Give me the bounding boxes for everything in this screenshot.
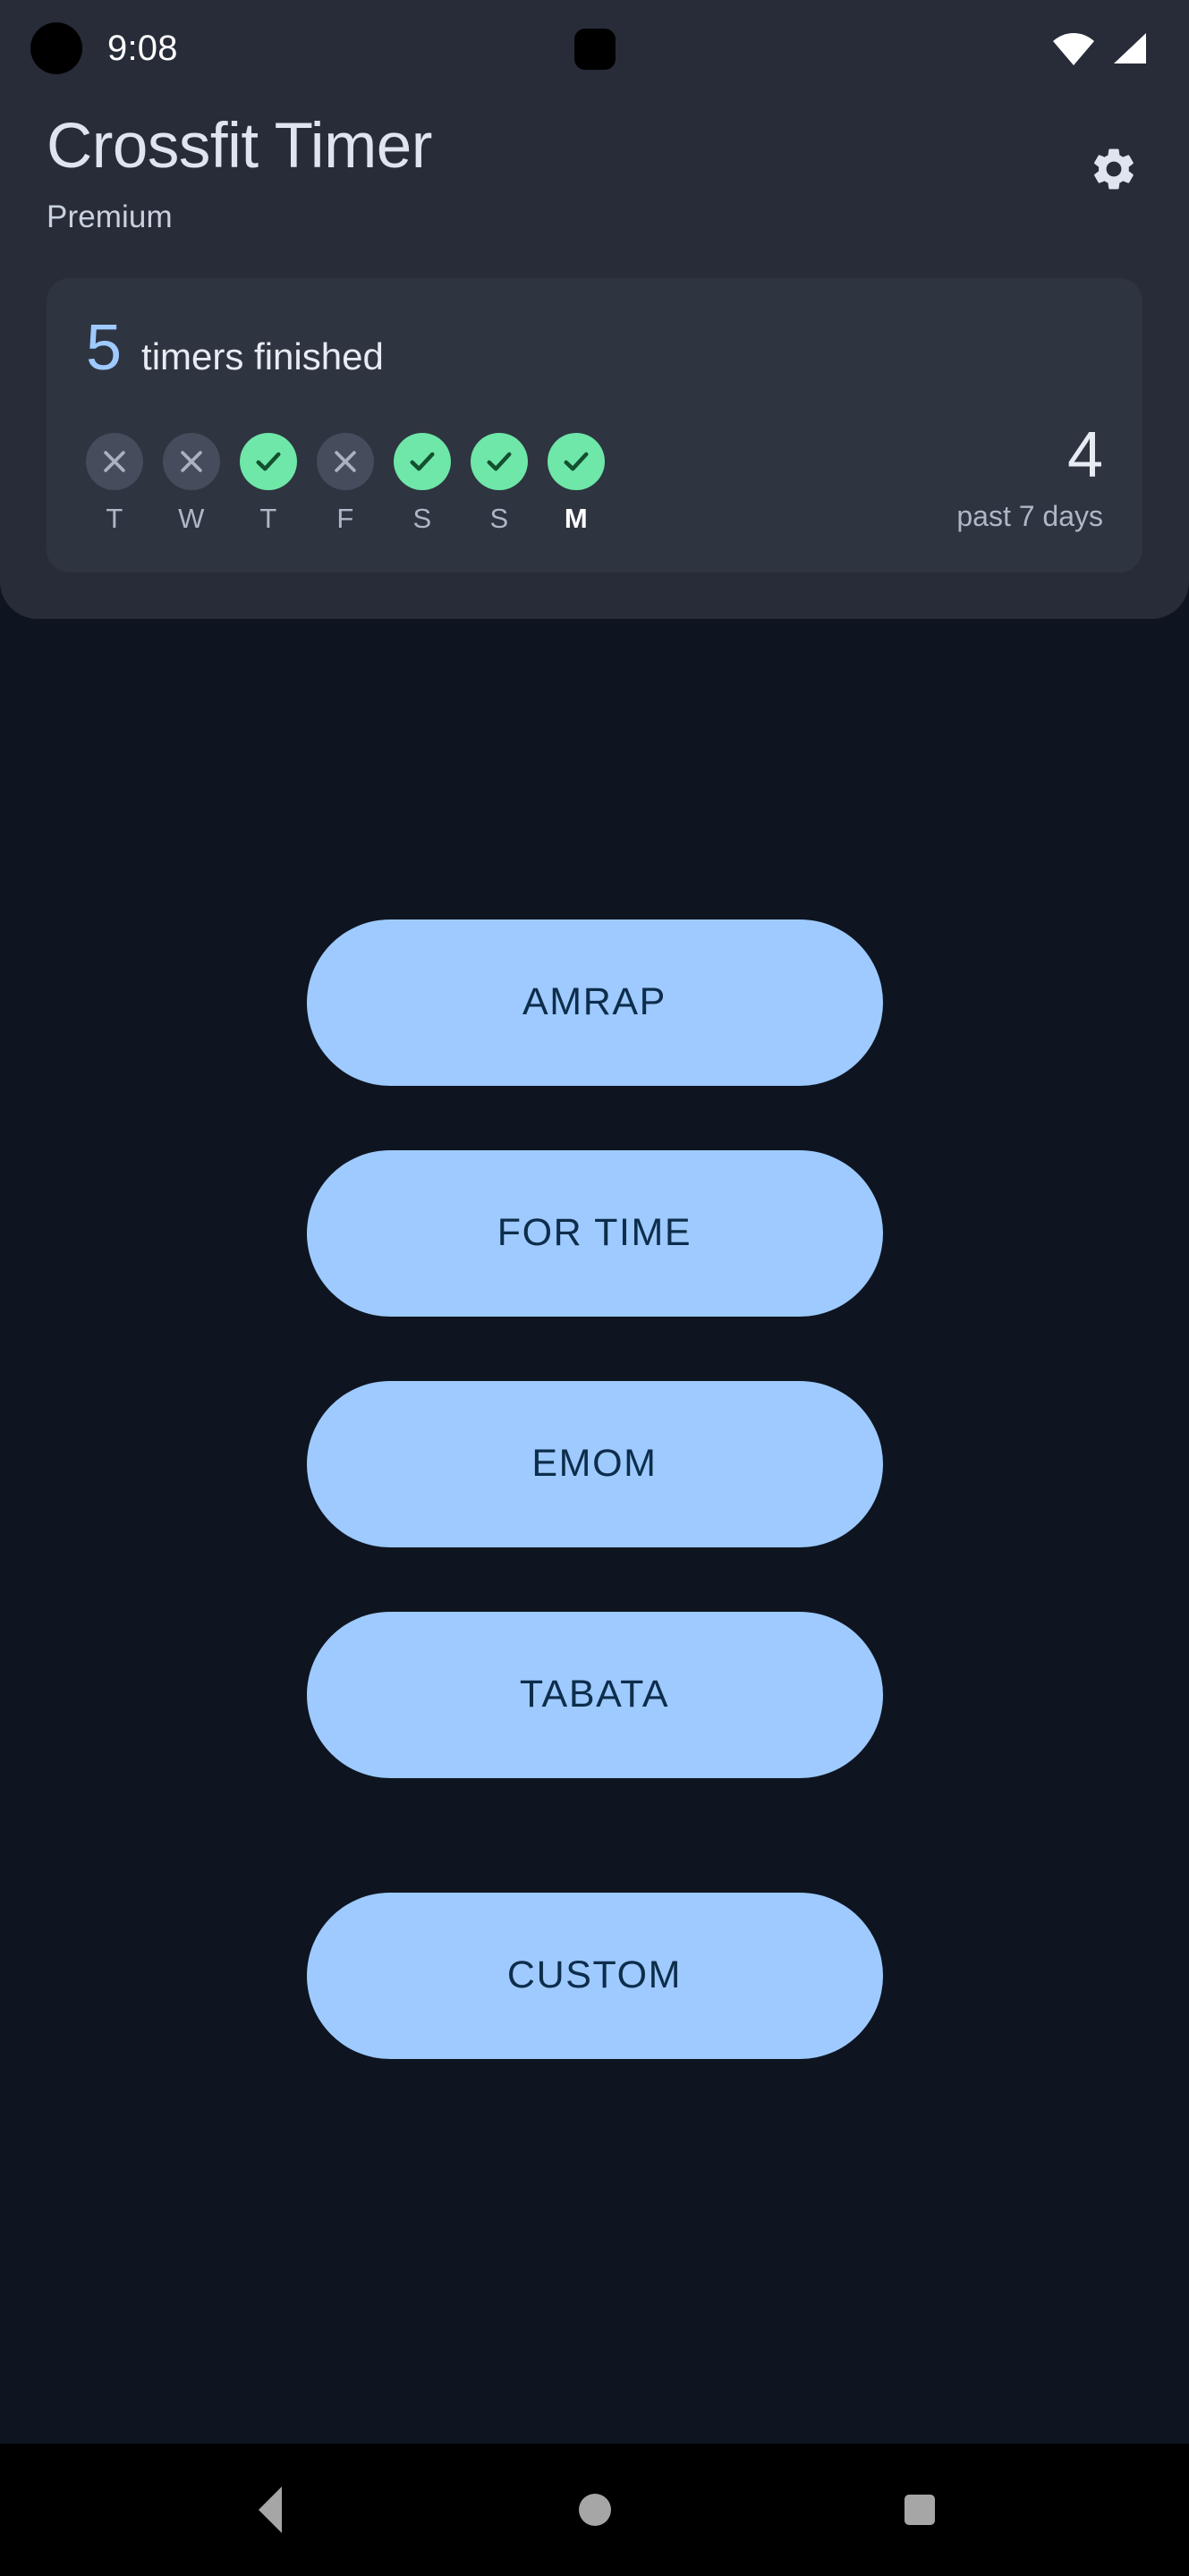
app-header: Crossfit Timer Premium bbox=[0, 97, 1189, 235]
main-content: AMRAP FOR TIME EMOM TABATA CUSTOM bbox=[0, 618, 1189, 2444]
day-status-icon-done bbox=[240, 432, 297, 490]
status-bar-icons bbox=[1053, 31, 1148, 65]
timer-mode-emom-button[interactable]: EMOM bbox=[306, 1380, 883, 1547]
day-status-icon-missed bbox=[163, 432, 220, 490]
home-icon bbox=[578, 2494, 611, 2526]
stats-week-row: T W T F S S M 4 past 7 days bbox=[86, 423, 1103, 535]
day-indicator: S bbox=[394, 432, 451, 535]
week-count: 4 bbox=[1066, 419, 1103, 491]
android-navigation-bar bbox=[0, 2444, 1189, 2576]
nav-home-button[interactable] bbox=[541, 2456, 649, 2563]
day-indicator: S bbox=[471, 432, 528, 535]
check-icon bbox=[487, 452, 512, 471]
notch-cutout bbox=[573, 29, 616, 70]
day-label: W bbox=[178, 502, 205, 534]
header-panel: 9:08 Crossfit Timer Premium 5 timers fin… bbox=[0, 0, 1189, 619]
title-text-group: Crossfit Timer Premium bbox=[47, 111, 1080, 235]
day-indicator-today: M bbox=[548, 432, 605, 535]
day-status-icon-missed bbox=[86, 432, 143, 490]
cellular-signal-icon bbox=[1110, 31, 1148, 65]
day-label: M bbox=[564, 502, 589, 534]
timers-finished-count: 5 bbox=[86, 311, 123, 384]
status-bar-clock: 9:08 bbox=[107, 28, 178, 68]
check-icon bbox=[256, 452, 281, 471]
timer-mode-list: AMRAP FOR TIME EMOM TABATA CUSTOM bbox=[0, 919, 1189, 2059]
close-icon bbox=[335, 450, 356, 472]
day-label: T bbox=[106, 502, 123, 534]
day-indicator: T bbox=[240, 432, 297, 535]
page-title: Crossfit Timer bbox=[47, 111, 432, 182]
close-icon bbox=[104, 450, 125, 472]
page-subtitle: Premium bbox=[47, 199, 173, 234]
check-icon bbox=[410, 452, 435, 471]
gear-icon bbox=[1089, 144, 1139, 197]
day-label: F bbox=[336, 502, 354, 534]
timers-finished-label: timers finished bbox=[141, 335, 384, 377]
day-indicator: F bbox=[317, 432, 374, 535]
day-indicator: T bbox=[86, 432, 143, 535]
week-day-strip: T W T F S S M bbox=[86, 432, 956, 535]
wifi-icon bbox=[1053, 31, 1094, 65]
day-label: S bbox=[489, 502, 509, 534]
recents-icon bbox=[904, 2495, 935, 2525]
status-bar: 9:08 bbox=[0, 0, 1189, 97]
day-status-icon-missed bbox=[317, 432, 374, 490]
day-indicator: W bbox=[163, 432, 220, 535]
stats-card: 5 timers finished T W T F S S M 4 past 7… bbox=[47, 277, 1142, 572]
week-caption: past 7 days bbox=[956, 499, 1103, 532]
stats-headline: 5 timers finished bbox=[86, 316, 1103, 380]
day-label: T bbox=[259, 502, 277, 534]
day-status-icon-done bbox=[471, 432, 528, 490]
check-icon bbox=[564, 452, 589, 471]
front-camera-dot bbox=[30, 22, 82, 74]
nav-recents-button[interactable] bbox=[866, 2456, 973, 2563]
timer-mode-custom-button[interactable]: CUSTOM bbox=[306, 1892, 883, 2059]
timer-mode-amrap-button[interactable]: AMRAP bbox=[306, 919, 883, 1086]
back-icon bbox=[258, 2487, 282, 2533]
week-summary: 4 past 7 days bbox=[956, 423, 1103, 535]
close-icon bbox=[181, 450, 202, 472]
timer-mode-tabata-button[interactable]: TABATA bbox=[306, 1611, 883, 1778]
day-label: S bbox=[412, 502, 432, 534]
app-screen: 9:08 Crossfit Timer Premium 5 timers fin… bbox=[0, 0, 1189, 2576]
day-status-icon-done bbox=[548, 432, 605, 490]
timer-mode-fortime-button[interactable]: FOR TIME bbox=[306, 1149, 883, 1317]
nav-back-button[interactable] bbox=[217, 2456, 324, 2563]
settings-button[interactable] bbox=[1080, 136, 1148, 204]
day-status-icon-done bbox=[394, 432, 451, 490]
